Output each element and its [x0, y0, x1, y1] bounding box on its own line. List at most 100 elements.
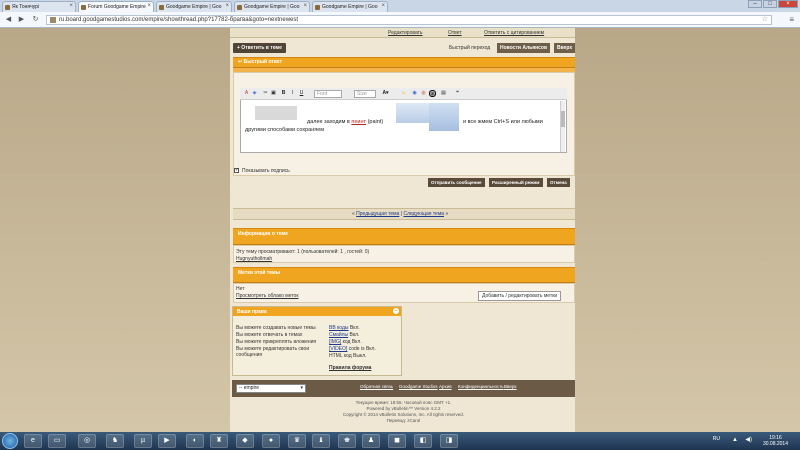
go-top-button[interactable]: Вверх — [554, 43, 576, 53]
reply-link[interactable]: Ответ — [448, 30, 462, 36]
reload-icon[interactable]: ↻ — [31, 15, 40, 24]
thread-info-header: Информация о теме — [233, 228, 575, 245]
footer-link[interactable]: Goodgame Studios — [399, 384, 438, 389]
browser-tab[interactable]: Goodgame Empire | Goo × — [156, 1, 232, 12]
scroll-thumb[interactable] — [561, 111, 565, 127]
thread-nav-links: « Предыдущая тема | Следующая тема » — [352, 211, 449, 217]
forward-icon[interactable]: ▶ — [17, 15, 26, 24]
game-app-icon[interactable]: ♞ — [106, 434, 124, 448]
minimize-icon[interactable]: – — [748, 0, 762, 8]
cancel-button[interactable]: Отмена — [547, 178, 570, 187]
underline-icon[interactable]: U — [298, 90, 305, 97]
game-app-icon[interactable]: ♟ — [362, 434, 380, 448]
browser-tab[interactable]: Goodgame Empire | Goo × — [234, 1, 310, 12]
style-select[interactable]: -- empire ▾ — [236, 384, 306, 393]
italic-icon[interactable]: I — [289, 90, 296, 97]
game-app-icon[interactable]: ♛ — [288, 434, 306, 448]
forum-rules-link[interactable]: Правила форума — [329, 365, 371, 371]
browser-tab[interactable]: Goodgame Empire | Goo × — [312, 1, 388, 12]
torrent-icon[interactable]: µ — [134, 434, 152, 448]
start-button[interactable] — [2, 433, 18, 449]
pasted-image — [255, 106, 297, 120]
edit-tags-button[interactable]: Добавить / редактировать метки — [478, 291, 562, 301]
size-select[interactable]: Size — [354, 90, 376, 98]
copyright-block: Текущее время: 18:55. Часовой пояс GMT +… — [342, 400, 465, 423]
close-tab-icon[interactable]: × — [381, 3, 385, 9]
address-bar[interactable]: ru.board.goodgamestudios.com/empire/show… — [46, 15, 772, 25]
close-tab-icon[interactable]: × — [147, 3, 151, 9]
game-app-icon[interactable]: ♝ — [312, 434, 330, 448]
close-window-icon[interactable]: × — [778, 0, 798, 8]
footer-link[interactable]: Вверх — [504, 384, 517, 389]
ie-icon[interactable]: e — [24, 434, 42, 448]
close-tab-icon[interactable]: × — [303, 3, 307, 9]
chrome-icon[interactable]: ◎ — [78, 434, 96, 448]
menu-icon[interactable]: ≡ — [789, 15, 794, 24]
link-icon[interactable]: ◉ — [411, 90, 418, 97]
quick-nav-select[interactable]: Новости Альянсов — [497, 43, 551, 53]
folder-icon[interactable]: ▭ — [48, 434, 66, 448]
tags-header: Метки этой темы — [233, 267, 575, 283]
bookmark-star-icon[interactable]: ☆ — [762, 16, 768, 24]
collapse-icon[interactable]: − — [393, 308, 399, 314]
editor-text: далее заходим в пеинт (paint) — [307, 119, 384, 125]
back-icon[interactable]: ◀ — [4, 15, 13, 24]
background-left — [0, 28, 230, 432]
send-message-button[interactable]: Отправить сообщение — [428, 178, 485, 187]
quick-reply-header: ↩ Быстрый ответ — [233, 57, 575, 68]
font-select[interactable]: Font — [314, 90, 342, 98]
editor-scrollbar[interactable] — [560, 101, 565, 152]
cut-icon[interactable]: ✂ — [262, 90, 269, 97]
show-signature-checkbox[interactable]: ✓ — [234, 168, 239, 173]
language-indicator[interactable]: RU — [713, 436, 720, 442]
tab-favicon-icon — [5, 5, 10, 10]
volume-icon[interactable]: ◀) — [745, 436, 752, 443]
smilies-link[interactable]: Смайлы — [329, 332, 348, 338]
game-app-icon[interactable]: ♜ — [210, 434, 228, 448]
game-app-icon[interactable]: ♚ — [338, 434, 356, 448]
prev-thread-link[interactable]: Предыдущая тема — [356, 211, 399, 217]
img-code-link[interactable]: [IMG] — [329, 339, 341, 345]
smiley-icon[interactable]: ☺ — [400, 90, 407, 97]
browser-tab[interactable]: Forum Goodgame Empire × — [78, 1, 154, 12]
app-icon[interactable]: ◧ — [414, 434, 432, 448]
video-icon[interactable]: ▤ — [440, 90, 447, 97]
player-icon[interactable]: ◐ — [186, 434, 204, 448]
app-icon[interactable]: ◆ — [236, 434, 254, 448]
reply-quote-link[interactable]: Ответить с цитированием — [484, 30, 544, 36]
close-tab-icon[interactable]: × — [69, 3, 73, 9]
edit-link[interactable]: Редактировать — [388, 30, 423, 36]
video-code-link[interactable]: [VIDEO] — [329, 346, 347, 352]
browser-tab[interactable]: Як Тонячурі × — [2, 1, 76, 12]
permission-text: Вы можете прикреплять вложения — [236, 339, 317, 345]
permissions-box: Ваши права − Вы можете создавать новые те… — [232, 306, 402, 376]
insert-image-icon[interactable]: ▦ — [429, 90, 436, 97]
bold-icon[interactable]: B — [280, 90, 287, 97]
app-icon[interactable]: ◨ — [440, 434, 458, 448]
footer-link[interactable]: Конфиденциальность — [458, 384, 504, 389]
advanced-mode-button[interactable]: Расширенный режим — [489, 178, 543, 187]
paint-link[interactable]: пеинт — [351, 119, 366, 125]
unlink-icon[interactable]: ◍ — [420, 90, 427, 97]
close-tab-icon[interactable]: × — [225, 3, 229, 9]
text-color-icon[interactable]: A▾ — [382, 90, 389, 97]
footer-link[interactable]: Обратная связь — [360, 384, 393, 389]
remove-format-icon[interactable]: A — [243, 90, 250, 97]
media-icon[interactable]: ▶ — [158, 434, 176, 448]
switch-mode-icon[interactable]: ◈ — [251, 90, 258, 97]
viewer-user-link[interactable]: Hugnyuthollmah — [236, 256, 272, 262]
quick-nav-label: Быстрый переход — [449, 45, 491, 51]
tray-arrow-icon[interactable]: ▲ — [732, 437, 738, 443]
next-thread-link[interactable]: Следующая тема — [403, 211, 444, 217]
app-icon[interactable]: ◼ — [388, 434, 406, 448]
app-icon[interactable]: ● — [262, 434, 280, 448]
clock[interactable]: 19:16 30.08.2014 — [763, 435, 788, 447]
permission-status: Смайлы Вкл. — [329, 332, 360, 338]
bbcode-link[interactable]: BB коды — [329, 325, 349, 331]
tag-cloud-link[interactable]: Просмотреть облако меток — [236, 293, 299, 299]
paste-icon[interactable]: ▣ — [270, 90, 277, 97]
maximize-icon[interactable]: □ — [763, 0, 777, 8]
footer-link[interactable]: Архив — [439, 384, 452, 389]
quote-icon[interactable]: ❝ — [454, 90, 461, 97]
reply-thread-button[interactable]: + Ответить в теме — [233, 43, 286, 53]
